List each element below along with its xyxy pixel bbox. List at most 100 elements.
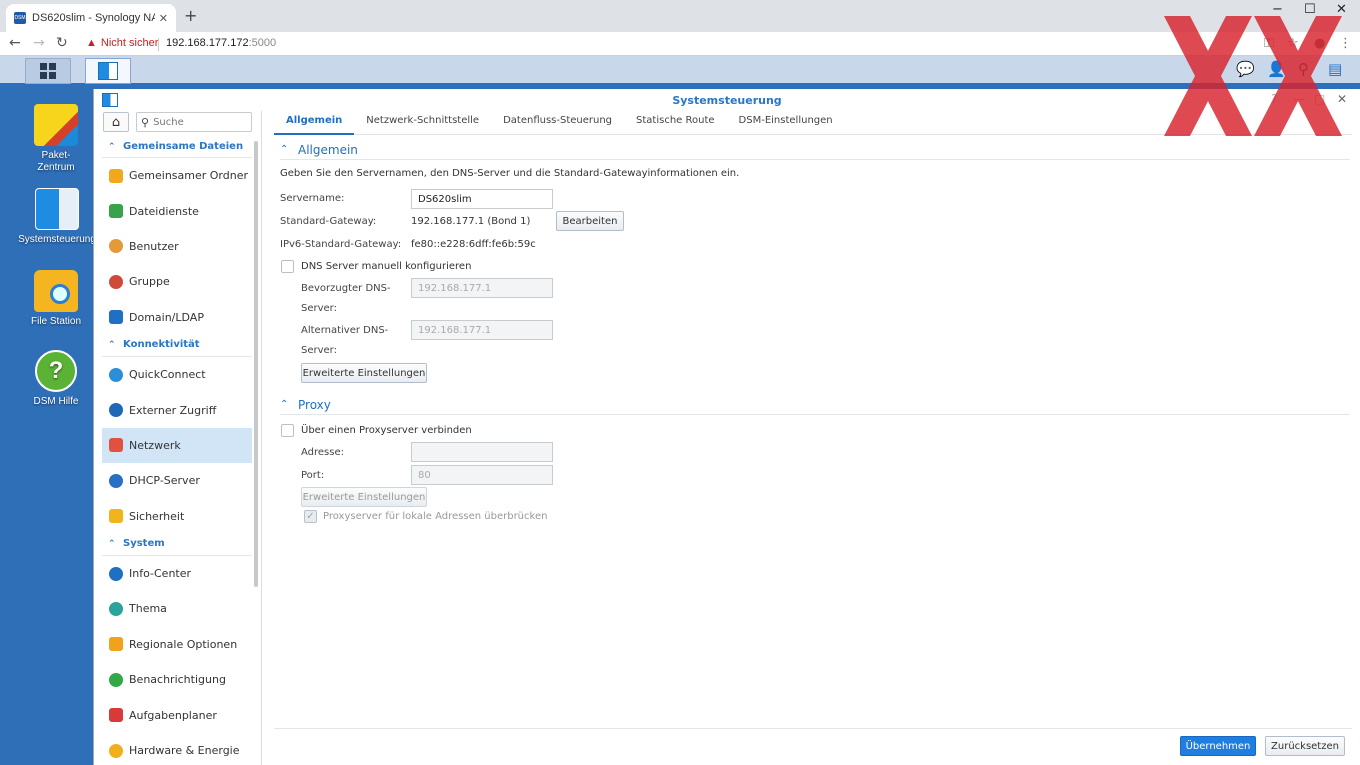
sidebar-item-domain-ldap[interactable]: Domain/LDAP [102,300,252,335]
shared-folder-icon [109,168,123,183]
servername-input[interactable] [411,189,553,209]
sidebar-item-netzwerk[interactable]: Netzwerk [102,427,252,464]
file-services-icon [109,204,123,219]
tab-dsm-einstellungen[interactable]: DSM-Einstellungen [727,111,845,135]
chevron-up-icon: ⌃ [280,144,289,155]
search-input[interactable] [153,116,242,128]
favicon-icon: DSM [14,12,26,24]
notifications-icon[interactable]: 💬 [1236,60,1255,78]
back-icon[interactable]: ← [9,35,21,51]
reset-button[interactable]: Zurücksetzen [1265,736,1345,756]
tab-datenfluss-steuerung[interactable]: Datenfluss-Steuerung [491,111,624,135]
taskbar-systemsteuerung[interactable] [85,58,131,84]
section-header-proxy[interactable]: ⌃ Proxy [280,395,1350,415]
sidebar-item-dhcp-server[interactable]: DHCP-Server [102,463,252,498]
widgets-icon[interactable]: ▤ [1328,60,1342,78]
tab-allgemein[interactable]: Allgemein [274,111,355,135]
sidebar-scrollbar[interactable] [254,141,258,587]
section-konnektivitaet[interactable]: ⌃ Konnektivität [102,335,252,357]
desktop-label: Zentrum [37,162,75,173]
sidebar-item-info-center[interactable]: Info-Center [102,556,252,591]
sidebar-item-thema[interactable]: Thema [102,591,252,626]
sidebar-item-sicherheit[interactable]: Sicherheit [102,499,252,534]
sidebar-item-label: Regionale Optionen [129,637,238,651]
proxy-connect-label: Über einen Proxyserver verbinden [301,425,472,436]
sidebar-item-aufgabenplaner[interactable]: Aufgabenplaner [102,697,252,732]
tab-close-icon[interactable]: ✕ [159,12,168,25]
desktop-icon-dsm-hilfe[interactable]: ? DSM Hilfe [14,350,98,408]
proxy-address-input[interactable] [411,442,553,462]
sidebar-item-hardware-energie[interactable]: Hardware & Energie [102,733,252,765]
key-icon[interactable]: ⚿ [1264,36,1274,51]
control-panel-window: Systemsteuerung ? — □ ✕ ⌂ ⚲ ⌃ Gemeinsame … [93,89,1360,765]
proxy-port-input[interactable] [411,465,553,485]
preferred-dns-input[interactable] [411,278,553,298]
section-header-allgemein[interactable]: ⌃ Allgemein [280,140,1350,160]
new-tab-icon[interactable]: + [184,6,197,25]
control-panel-icon [98,62,118,80]
menu-icon[interactable]: ⋮ [1339,36,1352,51]
sidebar-search[interactable]: ⚲ [136,112,252,132]
chevron-up-icon: ⌃ [108,539,116,550]
help-icon: ? [35,350,77,392]
dns-advanced-settings-button[interactable]: Erweiterte Einstellungen [301,363,427,383]
section-system[interactable]: ⌃ System [102,534,252,556]
profile-icon[interactable]: ● [1314,36,1325,51]
security-indicator[interactable]: ▲ Nicht sicher [86,37,158,49]
edit-gateway-button[interactable]: Bearbeiten [556,211,624,231]
user-icon[interactable]: 👤 [1267,60,1286,78]
sidebar-item-label: DHCP-Server [129,474,200,488]
apply-button[interactable]: Übernehmen [1180,736,1256,756]
calendar-icon [109,708,123,723]
address-bar[interactable]: 192.168.177.172:5000 [166,37,276,49]
main-menu-button[interactable] [25,58,71,84]
chevron-up-icon: ⌃ [108,141,116,152]
tab-netzwerk-schnittstelle[interactable]: Netzwerk-Schnittstelle [354,111,491,135]
sidebar-item-gemeinsamer-ordner[interactable]: Gemeinsamer Ordner [102,158,252,193]
sidebar-item-benachrichtigung[interactable]: Benachrichtigung [102,662,252,697]
sidebar-item-benutzer[interactable]: Benutzer [102,229,252,264]
section-gemeinsame-dateien[interactable]: ⌃ Gemeinsame Dateien [102,136,252,158]
browser-tab[interactable]: DSM DS620slim - Synology NAS ✕ [6,4,176,32]
sidebar-item-label: Hardware & Energie [129,744,240,758]
proxy-bypass-checkbox[interactable]: ✓ [304,510,317,523]
sidebar-item-externer-zugriff[interactable]: Externer Zugriff [102,392,252,427]
alternate-dns-input[interactable] [411,320,553,340]
sidebar-item-regionale-optionen[interactable]: Regionale Optionen [102,627,252,662]
shield-icon [109,509,123,524]
maximize-window-icon[interactable]: □ [1314,92,1325,106]
close-window-icon[interactable]: ✕ [1336,2,1347,17]
proxy-advanced-settings-button[interactable]: Erweiterte Einstellungen [301,487,427,507]
sidebar-item-quickconnect[interactable]: QuickConnect [102,357,252,392]
star-icon[interactable]: ☆ [1287,36,1299,51]
footer-divider [274,728,1352,729]
section-title: Konnektivität [123,339,200,351]
tab-statische-route[interactable]: Statische Route [624,111,727,135]
warning-icon: ▲ [86,37,97,49]
desktop-label: Systemsteuerung [18,234,96,245]
close-icon[interactable]: ✕ [1337,92,1347,106]
section-title: System [123,538,165,550]
sidebar-item-label: Gemeinsamer Ordner [129,169,249,183]
url-host: 192.168.177.172 [166,37,249,49]
proxy-connect-checkbox[interactable] [281,424,294,437]
preferred-dns-label: Bevorzugter DNS- [301,283,391,294]
general-description: Geben Sie den Servernamen, den DNS-Serve… [280,168,740,179]
desktop-icon-file-station[interactable]: File Station [14,270,98,328]
sidebar-item-dateidienste[interactable]: Dateidienste [102,193,252,228]
maximize-icon[interactable]: ☐ [1304,2,1316,17]
proxy-address-label: Adresse: [301,447,344,458]
desktop-icon-systemsteuerung[interactable]: Systemsteuerung [12,188,102,246]
sidebar-item-gruppe[interactable]: Gruppe [102,264,252,299]
forward-icon[interactable]: → [33,35,45,51]
search-icon[interactable]: ⚲ [1298,60,1309,78]
reload-icon[interactable]: ↻ [56,35,68,51]
minimize-window-icon[interactable]: — [1293,92,1305,106]
help-icon[interactable]: ? [1271,92,1277,106]
window-header[interactable]: Systemsteuerung ? — □ ✕ [94,89,1360,111]
home-button[interactable]: ⌂ [103,112,129,132]
control-panel-icon [35,188,79,230]
minimize-icon[interactable]: − [1272,2,1283,17]
desktop-icon-paket-zentrum[interactable]: Paket- Zentrum [14,104,98,174]
dns-manual-checkbox[interactable] [281,260,294,273]
